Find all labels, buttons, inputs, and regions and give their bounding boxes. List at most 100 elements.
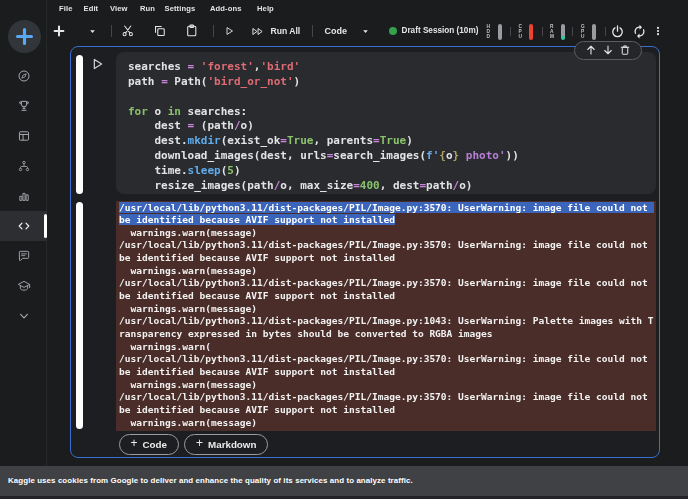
add-code-button[interactable]: + Code xyxy=(119,434,180,456)
cpu-monitor-gauge[interactable] xyxy=(529,24,533,40)
code-token-op: / xyxy=(234,119,241,132)
run-all-icon[interactable] xyxy=(250,17,264,45)
session-label[interactable]: Draft Session (10m) xyxy=(402,17,479,45)
arrow-up-icon xyxy=(585,44,597,56)
code-token-fstr: photo' xyxy=(459,149,505,162)
more-options-button[interactable] xyxy=(653,17,663,45)
output-line: warnings.warn(message) xyxy=(119,265,257,276)
menu-add-ons[interactable]: Add-ons xyxy=(210,1,242,16)
run-all-label[interactable]: Run All xyxy=(271,17,301,45)
notebook-editor: searches = 'forest','bird'path = Path('b… xyxy=(70,46,660,458)
code-token-op: = xyxy=(280,134,287,147)
output-line: /usr/local/lib/python3.11/dist-packages/… xyxy=(119,277,654,301)
cpu-monitor-label: CPU xyxy=(519,24,525,40)
sidebar-item-competitions[interactable] xyxy=(0,91,47,121)
toolbar-divider xyxy=(111,25,112,37)
code-line: searches = 'forest','bird' xyxy=(128,60,652,75)
output-line: /usr/local/lib/python3.11/dist-packages/… xyxy=(119,353,654,377)
cell-focus-bar xyxy=(76,55,83,194)
code-token-fg: path xyxy=(426,179,453,192)
cell-run-button[interactable] xyxy=(89,56,105,72)
plus-icon xyxy=(15,27,34,46)
cell-type-caret[interactable] xyxy=(359,17,371,45)
add-cell-button[interactable] xyxy=(52,17,65,45)
menu-file[interactable]: File xyxy=(59,1,72,16)
code-token-fg: searches xyxy=(128,60,188,73)
hdd-monitor-label: HDD xyxy=(487,24,493,40)
delete-cell-button[interactable] xyxy=(619,44,631,56)
code-icon xyxy=(17,219,31,233)
menu-view[interactable]: View xyxy=(110,1,128,16)
run-cell-button[interactable] xyxy=(223,17,235,45)
code-line: dest = (path/o) xyxy=(128,119,652,134)
output-line: warnings.warn(message) xyxy=(119,417,257,428)
code-token-num: 5 xyxy=(227,164,234,177)
plus-icon: + xyxy=(196,434,203,454)
cell-output[interactable]: /usr/local/lib/python3.11/dist-packages/… xyxy=(116,201,656,431)
code-editor[interactable]: searches = 'forest','bird'path = Path('b… xyxy=(128,60,652,193)
move-cell-down-button[interactable] xyxy=(602,44,614,56)
sidebar-item-datasets[interactable] xyxy=(0,121,47,151)
code-token-fg: ) xyxy=(294,75,301,88)
sidebar-item-more[interactable] xyxy=(0,301,47,331)
cell-type-select[interactable]: Code xyxy=(325,17,348,45)
code-token-fg: resize_images(path xyxy=(128,179,274,192)
cut-button[interactable] xyxy=(121,17,135,45)
menu-settings[interactable]: Settings xyxy=(165,1,196,16)
code-token-str: 'bird_or_not' xyxy=(208,75,294,88)
menu-help[interactable]: Help xyxy=(257,1,274,16)
code-token-fg: o xyxy=(446,149,453,162)
code-token-fg: , dest xyxy=(380,179,420,192)
code-token-fg: search_images( xyxy=(333,149,426,162)
toolbar-divider xyxy=(213,25,214,37)
code-cell[interactable]: searches = 'forest','bird'path = Path('b… xyxy=(116,52,656,194)
code-token-kw: for xyxy=(128,105,148,118)
code-line: resize_images(path/o, max_size=400, dest… xyxy=(128,179,652,194)
sidebar-item-explore[interactable] xyxy=(0,61,47,91)
code-line: dest.mkdir(exist_ok=True, parents=True) xyxy=(128,134,652,149)
compass-icon xyxy=(17,69,31,83)
gpu-monitor-label: GPU xyxy=(581,24,587,40)
cookie-banner-text: Kaggle uses cookies from Google to deliv… xyxy=(8,476,413,485)
gpu-monitor-gauge[interactable] xyxy=(592,24,596,40)
code-token-fg: o, max_size xyxy=(280,179,353,192)
sidebar-item-code[interactable] xyxy=(0,211,47,241)
code-token-fg: path xyxy=(128,75,161,88)
menu-edit[interactable]: Edit xyxy=(84,1,99,16)
copy-button[interactable] xyxy=(153,17,167,45)
sitemap-icon xyxy=(17,159,31,173)
output-line-selected: /usr/local/lib/python3.11/dist-packages/… xyxy=(119,202,654,226)
paste-button[interactable] xyxy=(185,17,199,45)
output-line: /usr/local/lib/python3.11/dist-packages/… xyxy=(119,239,654,263)
move-cell-up-button[interactable] xyxy=(585,44,597,56)
code-token-fg: )) xyxy=(506,149,519,162)
ram-monitor-gauge[interactable] xyxy=(561,24,565,40)
add-code-label: Code xyxy=(143,435,168,455)
code-token-fg: o) xyxy=(241,119,254,132)
arrow-down-icon xyxy=(602,44,614,56)
hdd-monitor-gauge[interactable] xyxy=(498,24,502,40)
code-token-fg: o xyxy=(148,105,168,118)
code-line xyxy=(128,90,652,105)
create-button[interactable] xyxy=(8,20,41,53)
output-line: /usr/local/lib/python3.11/dist-packages/… xyxy=(119,391,654,415)
sidebar-item-discussions[interactable] xyxy=(0,241,47,271)
code-token-fg: ) xyxy=(406,134,413,147)
cookie-banner: Kaggle uses cookies from Google to deliv… xyxy=(0,466,688,496)
add-markdown-button[interactable]: + Markdown xyxy=(184,434,268,456)
code-token-op: = xyxy=(353,179,360,192)
toolbar-divider xyxy=(605,27,606,36)
code-token-kw: True xyxy=(287,134,314,147)
comment-icon xyxy=(17,249,31,263)
sidebar-item-benchmarks[interactable] xyxy=(0,181,47,211)
code-token-kw: in xyxy=(168,105,181,118)
ram-monitor-label: RAM xyxy=(550,24,556,40)
table-icon xyxy=(17,129,31,143)
stderr-output[interactable]: /usr/local/lib/python3.11/dist-packages/… xyxy=(119,202,656,430)
menu-run[interactable]: Run xyxy=(140,1,155,16)
code-token-fg: time. xyxy=(128,164,188,177)
add-cell-caret[interactable] xyxy=(86,17,98,45)
sidebar-item-models[interactable] xyxy=(0,151,47,181)
sidebar-item-learn[interactable] xyxy=(0,271,47,301)
trophy-icon xyxy=(17,99,31,113)
